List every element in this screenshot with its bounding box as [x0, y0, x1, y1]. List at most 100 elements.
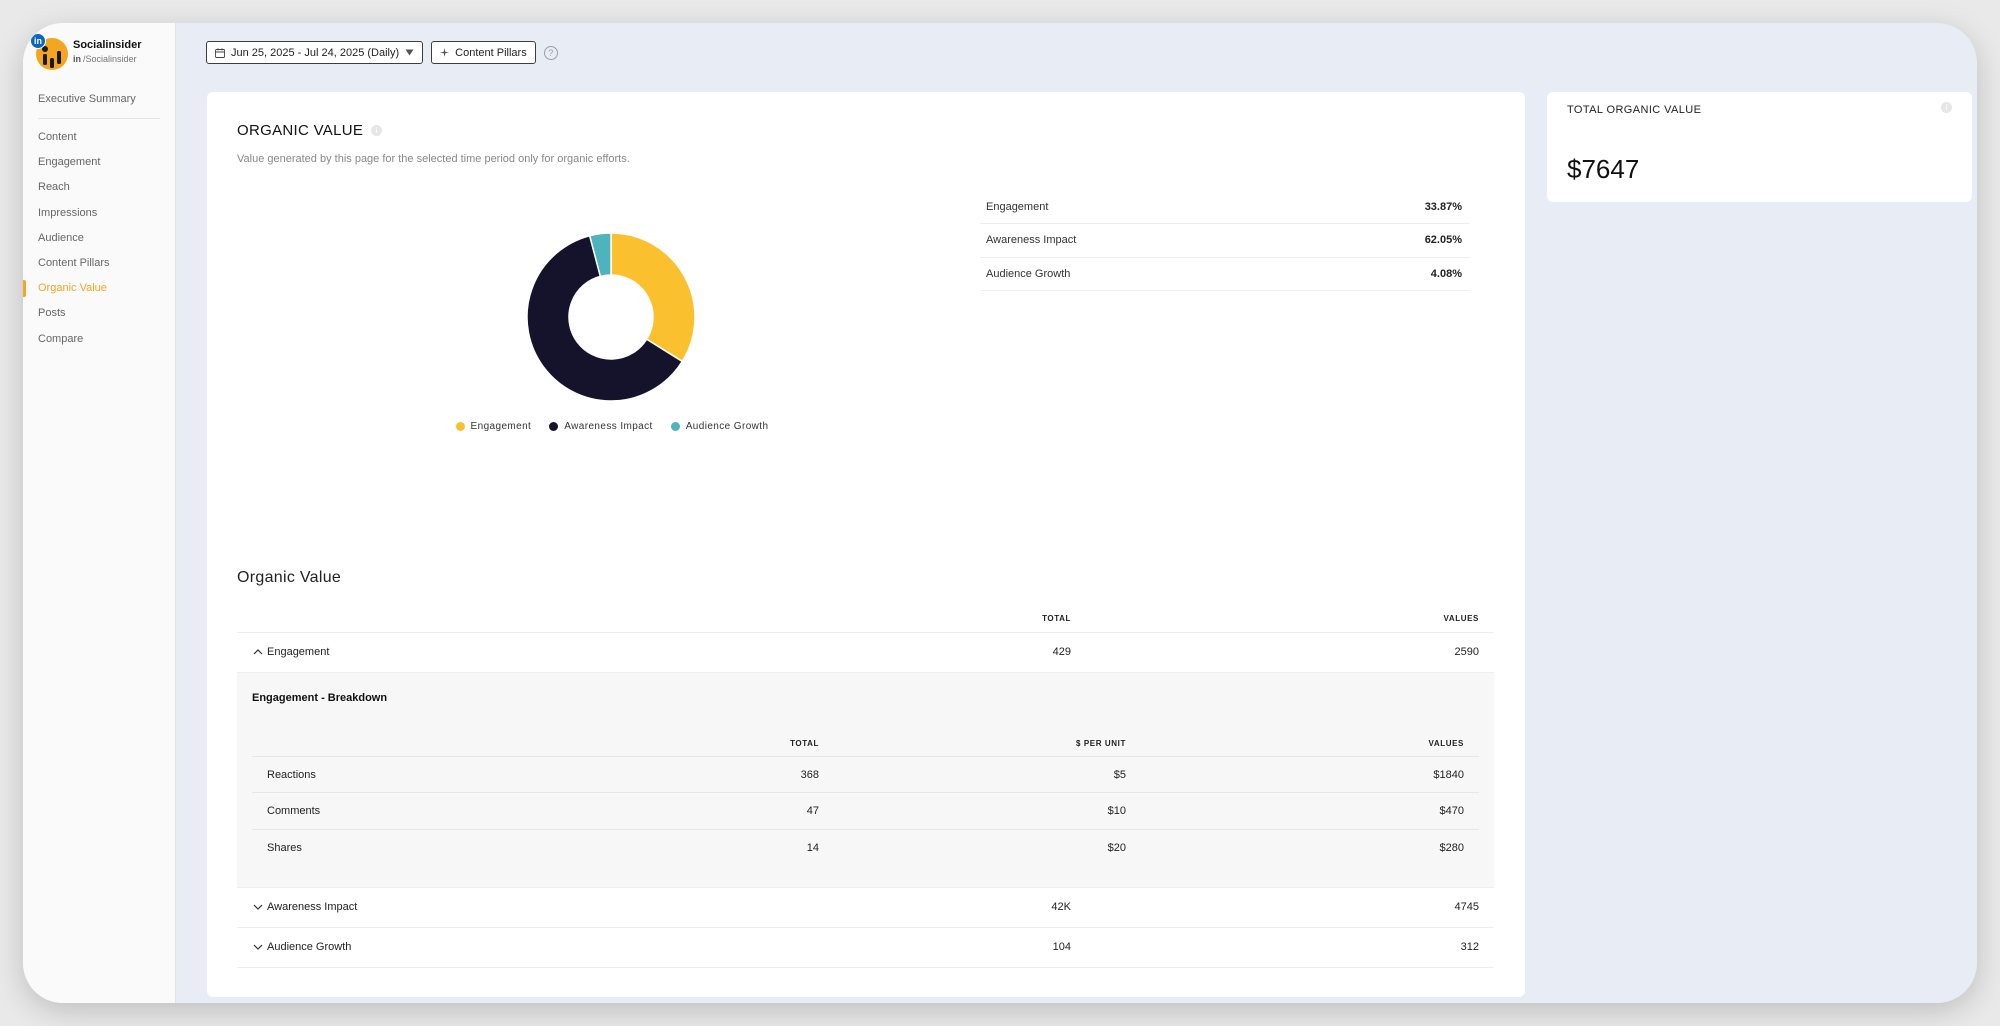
column-header-total: TOTAL — [790, 739, 819, 748]
help-icon[interactable]: ? — [543, 45, 558, 60]
info-icon[interactable]: i — [371, 125, 383, 136]
organic-value-card: ORGANIC VALUE i Value generated by this … — [207, 92, 1525, 997]
breakdown-label: Comments — [267, 805, 321, 818]
breakdown-label: Reactions — [267, 769, 316, 781]
legend-label: Awareness Impact — [564, 421, 653, 432]
percent-label: Engagement — [986, 201, 1049, 214]
breakdown-header: TOTAL $ PER UNIT VALUES — [252, 733, 1479, 757]
row-total: 429 — [1052, 646, 1071, 658]
total-organic-value-card: TOTAL ORGANIC VALUE i $7647 — [1547, 92, 1972, 202]
sidebar-item-posts[interactable]: Posts — [23, 301, 176, 326]
sidebar-nav: Executive Summary Content Engagement Rea… — [23, 87, 176, 352]
row-label: Engagement — [267, 646, 330, 658]
engagement-breakdown: Engagement - Breakdown TOTAL $ PER UNIT … — [237, 673, 1494, 888]
column-header-per-unit: $ PER UNIT — [1075, 739, 1126, 748]
breakdown-total: 47 — [806, 805, 819, 818]
sidebar-item-compare[interactable]: Compare — [23, 327, 176, 352]
legend-item-engagement[interactable]: Engagement — [455, 421, 532, 432]
table-header: TOTAL VALUES — [237, 607, 1494, 633]
breakdown-row: Comments 47 $10 $470 — [252, 793, 1479, 830]
donut-chart-svg — [526, 232, 696, 402]
percent-table: Engagement 33.87% Awareness Impact 62.05… — [980, 191, 1470, 291]
card-subtitle: Value generated by this page for the sel… — [237, 153, 630, 165]
chart-legend: Engagement Awareness Impact Audience Gro… — [207, 421, 1017, 432]
percent-row: Audience Growth 4.08% — [980, 258, 1470, 291]
breakdown-row: Reactions 368 $5 $1840 — [252, 757, 1479, 794]
sidebar-item-engagement[interactable]: Engagement — [23, 150, 176, 175]
profile-name: Socialinsider — [73, 39, 142, 51]
breakdown-row: Shares 14 $20 $280 — [252, 830, 1479, 866]
linkedin-badge-icon: in — [30, 33, 46, 49]
date-range-picker[interactable]: Jun 25, 2025 - Jul 24, 2025 (Daily) — [206, 41, 424, 64]
percent-value: 4.08% — [1430, 267, 1462, 280]
row-toggle-engagement[interactable]: Engagement — [252, 633, 329, 671]
legend-swatch — [670, 422, 680, 431]
linkedin-small-icon: in — [73, 54, 81, 64]
legend-swatch — [549, 422, 559, 431]
breakdown-total: 368 — [800, 769, 819, 781]
sidebar-item-organic-value[interactable]: Organic Value — [23, 276, 176, 301]
percent-value: 33.87% — [1424, 201, 1462, 214]
table-row-engagement: Engagement 429 2590 — [237, 633, 1494, 673]
table-row-awareness-impact: Awareness Impact 42K 4745 — [237, 888, 1494, 928]
info-icon[interactable]: i — [1941, 102, 1952, 113]
chevron-down-icon — [253, 944, 263, 950]
breakdown-total: 14 — [806, 841, 819, 854]
legend-item-awareness-impact[interactable]: Awareness Impact — [549, 421, 652, 432]
column-header-values: VALUES — [1428, 739, 1464, 748]
legend-swatch — [455, 422, 465, 431]
caret-down-icon — [405, 49, 414, 56]
sidebar-item-impressions[interactable]: Impressions — [23, 201, 176, 226]
row-total: 104 — [1052, 941, 1071, 953]
total-value: $7647 — [1567, 154, 1640, 184]
sidebar-divider — [38, 118, 160, 119]
app-window: in Socialinsider in/Socialinsider Execut… — [23, 23, 1977, 1003]
card-title: ORGANIC VALUE — [237, 122, 364, 139]
breakdown-values: $1840 — [1433, 769, 1464, 781]
organic-value-table-title: Organic Value — [237, 569, 342, 586]
breakdown-label: Shares — [267, 841, 302, 854]
row-label: Awareness Impact — [267, 901, 358, 913]
row-values: 312 — [1460, 941, 1479, 953]
calendar-icon — [215, 47, 225, 58]
breakdown-per-unit: $20 — [1107, 841, 1126, 854]
row-values: 4745 — [1454, 901, 1479, 913]
sidebar: in Socialinsider in/Socialinsider Execut… — [23, 23, 176, 1003]
sidebar-item-executive-summary[interactable]: Executive Summary — [23, 87, 176, 113]
breakdown-per-unit: $10 — [1107, 805, 1126, 818]
sparkle-icon — [440, 48, 450, 57]
chevron-down-icon — [253, 904, 263, 910]
column-header-total: TOTAL — [1042, 614, 1071, 623]
content-pillars-label: Content Pillars — [455, 46, 527, 59]
breakdown-values: $470 — [1439, 805, 1464, 818]
legend-label: Audience Growth — [685, 421, 769, 432]
organic-value-table: TOTAL VALUES Engagement 429 2590 Engagem… — [237, 607, 1494, 968]
filter-toolbar: Jun 25, 2025 - Jul 24, 2025 (Daily) Cont… — [206, 41, 558, 64]
row-total: 42K — [1051, 901, 1071, 913]
breakdown-values: $280 — [1439, 841, 1464, 854]
profile-header[interactable]: in Socialinsider in/Socialinsider — [30, 33, 175, 73]
sidebar-item-audience[interactable]: Audience — [23, 226, 176, 251]
chevron-up-icon — [253, 649, 263, 655]
total-label: TOTAL ORGANIC VALUE — [1567, 104, 1702, 116]
row-toggle-audience-growth[interactable]: Audience Growth — [252, 928, 351, 966]
donut-slice-engagement[interactable] — [610, 232, 696, 363]
percent-row: Engagement 33.87% — [980, 191, 1470, 225]
breakdown-title: Engagement - Breakdown — [252, 692, 388, 704]
percent-value: 62.05% — [1424, 234, 1462, 247]
percent-row: Awareness Impact 62.05% — [980, 224, 1470, 258]
breakdown-per-unit: $5 — [1113, 769, 1126, 781]
sidebar-item-content-pillars[interactable]: Content Pillars — [23, 251, 176, 276]
legend-item-audience-growth[interactable]: Audience Growth — [670, 421, 769, 432]
legend-label: Engagement — [470, 421, 532, 432]
row-toggle-awareness-impact[interactable]: Awareness Impact — [252, 888, 357, 926]
date-range-label: Jun 25, 2025 - Jul 24, 2025 (Daily) — [231, 46, 400, 59]
card-header: ORGANIC VALUE i — [237, 122, 383, 139]
row-label: Audience Growth — [267, 941, 352, 953]
percent-label: Audience Growth — [986, 267, 1071, 280]
donut-chart — [526, 232, 696, 402]
content-pillars-button[interactable]: Content Pillars — [431, 41, 536, 64]
sidebar-item-content[interactable]: Content — [23, 125, 176, 150]
profile-handle: in/Socialinsider — [73, 54, 137, 64]
sidebar-item-reach[interactable]: Reach — [23, 175, 176, 200]
